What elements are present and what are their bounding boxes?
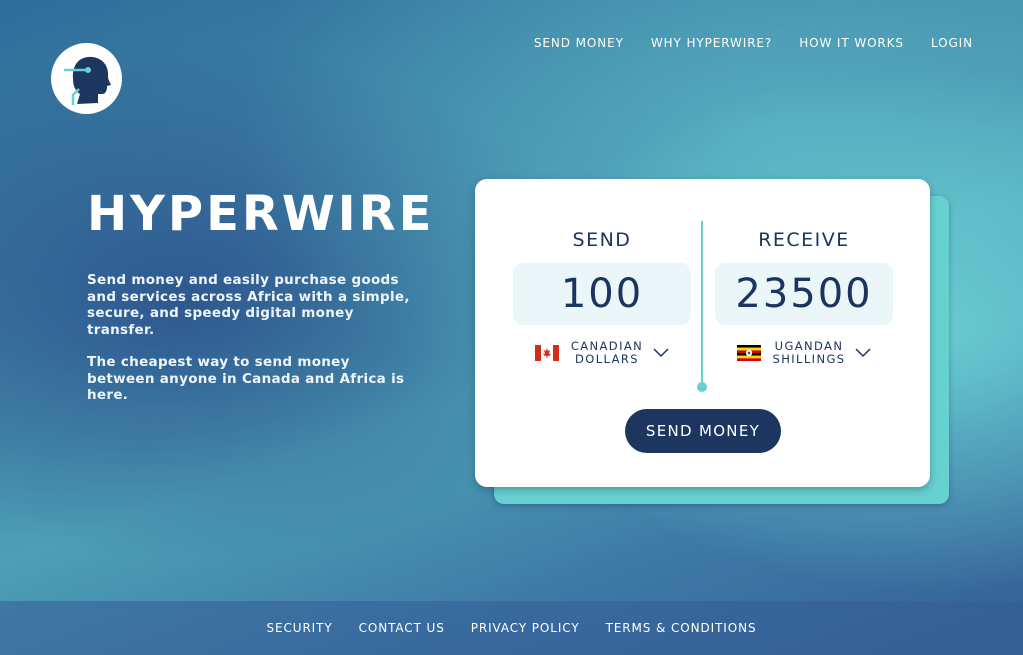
converter-card: SEND CANADIAN DOLLARS RECEIVE: [475, 179, 930, 487]
footer: SECURITY CONTACT US PRIVACY POLICY TERMS…: [0, 601, 1023, 655]
column-divider: [701, 221, 703, 387]
send-money-button[interactable]: SEND MONEY: [625, 409, 781, 453]
hero-paragraph-1: Send money and easily purchase goods and…: [87, 272, 410, 338]
send-amount-input[interactable]: [513, 271, 691, 317]
receive-amount-input[interactable]: [715, 271, 893, 317]
chevron-down-icon: [653, 348, 669, 358]
footer-terms-conditions[interactable]: TERMS & CONDITIONS: [606, 621, 757, 635]
top-nav: SEND MONEY WHY HYPERWIRE? HOW IT WORKS L…: [507, 36, 973, 50]
hyperwire-logo[interactable]: [51, 43, 122, 114]
hero-paragraph-2: The cheapest way to send money between a…: [87, 354, 405, 403]
chevron-down-icon: [855, 348, 872, 358]
uganda-flag-icon: [736, 345, 761, 361]
receive-label: RECEIVE: [758, 229, 850, 251]
footer-contact-us[interactable]: CONTACT US: [359, 621, 445, 635]
send-amount-box: [513, 263, 691, 325]
nav-how-it-works[interactable]: HOW IT WORKS: [799, 36, 904, 50]
divider-dot: [697, 382, 707, 392]
footer-security[interactable]: SECURITY: [266, 621, 332, 635]
receive-currency-line2: SHILLINGS: [772, 352, 846, 366]
send-label: SEND: [572, 229, 632, 251]
receive-amount-box: [715, 263, 893, 325]
receive-currency-select[interactable]: UGANDAN SHILLINGS: [715, 339, 893, 367]
nav-send-money[interactable]: SEND MONEY: [534, 36, 624, 50]
send-currency-name: CANADIAN DOLLARS: [571, 340, 643, 366]
head-profile-icon: [64, 56, 111, 105]
receive-currency-name: UGANDAN SHILLINGS: [773, 340, 846, 366]
hero-title: HYPERWIRE: [87, 186, 435, 242]
hero-description: Send money and easily purchase goods and…: [87, 272, 417, 404]
nav-why-hyperwire[interactable]: WHY HYPERWIRE?: [651, 36, 772, 50]
send-currency-line2: DOLLARS: [575, 352, 639, 366]
nav-login[interactable]: LOGIN: [931, 36, 973, 50]
send-currency-select[interactable]: CANADIAN DOLLARS: [513, 339, 691, 367]
canada-flag-icon: [534, 345, 559, 361]
footer-privacy-policy[interactable]: PRIVACY POLICY: [471, 621, 580, 635]
